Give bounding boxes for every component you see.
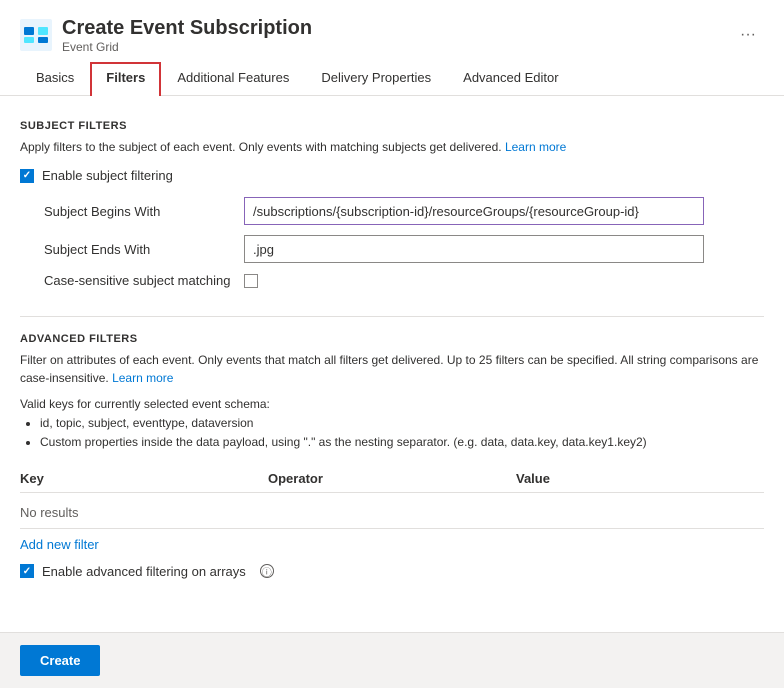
tab-delivery-properties[interactable]: Delivery Properties <box>305 62 447 95</box>
valid-keys-section: Valid keys for currently selected event … <box>20 395 764 453</box>
enable-subject-filtering-label: Enable subject filtering <box>42 168 173 183</box>
advanced-filters-title: ADVANCED FILTERS <box>20 333 764 345</box>
no-results-text: No results <box>20 505 268 520</box>
advanced-filters-learn-more[interactable]: Learn more <box>112 371 173 385</box>
col-header-operator: Operator <box>268 471 516 486</box>
valid-keys-title: Valid keys for currently selected event … <box>20 397 270 411</box>
event-grid-icon <box>20 19 52 51</box>
page-footer: Create <box>0 632 784 688</box>
add-new-filter-link[interactable]: Add new filter <box>20 537 99 552</box>
subject-ends-with-row: Subject Ends With <box>44 235 764 263</box>
page-subtitle: Event Grid <box>62 40 732 54</box>
enable-subject-filtering-checkbox[interactable] <box>20 169 34 183</box>
table-no-results-row: No results <box>20 497 764 529</box>
subject-filters-section: SUBJECT FILTERS Apply filters to the sub… <box>20 120 764 288</box>
tab-basics[interactable]: Basics <box>20 62 90 95</box>
subject-filters-desc-text: Apply filters to the subject of each eve… <box>20 140 502 154</box>
no-results-value <box>516 505 764 520</box>
subject-ends-with-label: Subject Ends With <box>44 242 244 257</box>
tab-advanced-editor[interactable]: Advanced Editor <box>447 62 574 95</box>
create-button[interactable]: Create <box>20 645 100 676</box>
tab-filters[interactable]: Filters <box>90 62 161 96</box>
subject-begins-with-row: Subject Begins With <box>44 197 764 225</box>
subject-filters-learn-more[interactable]: Learn more <box>505 140 566 154</box>
tab-bar: Basics Filters Additional Features Deliv… <box>20 62 764 95</box>
enable-advanced-filtering-row: Enable advanced filtering on arrays ⓘ <box>20 564 764 579</box>
valid-keys-item-1: id, topic, subject, eventtype, dataversi… <box>40 414 764 433</box>
advanced-filters-section: ADVANCED FILTERS Filter on attributes of… <box>20 333 764 579</box>
advanced-filtering-info-icon[interactable]: ⓘ <box>260 564 274 578</box>
case-sensitive-row: Case-sensitive subject matching <box>44 273 764 288</box>
page-header: Create Event Subscription Event Grid ···… <box>0 0 784 96</box>
enable-advanced-filtering-label: Enable advanced filtering on arrays <box>42 564 246 579</box>
col-header-key: Key <box>20 471 268 486</box>
enable-subject-filtering-row: Enable subject filtering <box>20 168 764 183</box>
subject-ends-with-input[interactable] <box>244 235 704 263</box>
enable-advanced-filtering-checkbox[interactable] <box>20 564 34 578</box>
valid-keys-list: id, topic, subject, eventtype, dataversi… <box>40 414 764 452</box>
col-header-value: Value <box>516 471 764 486</box>
case-sensitive-checkbox[interactable] <box>244 274 258 288</box>
subject-begins-with-input[interactable] <box>244 197 704 225</box>
case-sensitive-label: Case-sensitive subject matching <box>44 273 244 288</box>
subject-filters-title: SUBJECT FILTERS <box>20 120 764 132</box>
filters-table-header: Key Operator Value <box>20 465 764 493</box>
main-content: SUBJECT FILTERS Apply filters to the sub… <box>0 96 784 632</box>
valid-keys-item-2: Custom properties inside the data payloa… <box>40 433 764 452</box>
more-options-button[interactable]: ··· <box>732 22 764 48</box>
section-divider <box>20 316 764 317</box>
subject-begins-with-label: Subject Begins With <box>44 204 244 219</box>
subject-filters-desc: Apply filters to the subject of each eve… <box>20 138 764 156</box>
header-title-group: Create Event Subscription Event Grid <box>62 16 732 54</box>
page-title: Create Event Subscription <box>62 16 732 40</box>
advanced-filters-desc: Filter on attributes of each event. Only… <box>20 351 764 387</box>
tab-additional-features[interactable]: Additional Features <box>161 62 305 95</box>
page-container: Create Event Subscription Event Grid ···… <box>0 0 784 688</box>
no-results-operator <box>268 505 516 520</box>
